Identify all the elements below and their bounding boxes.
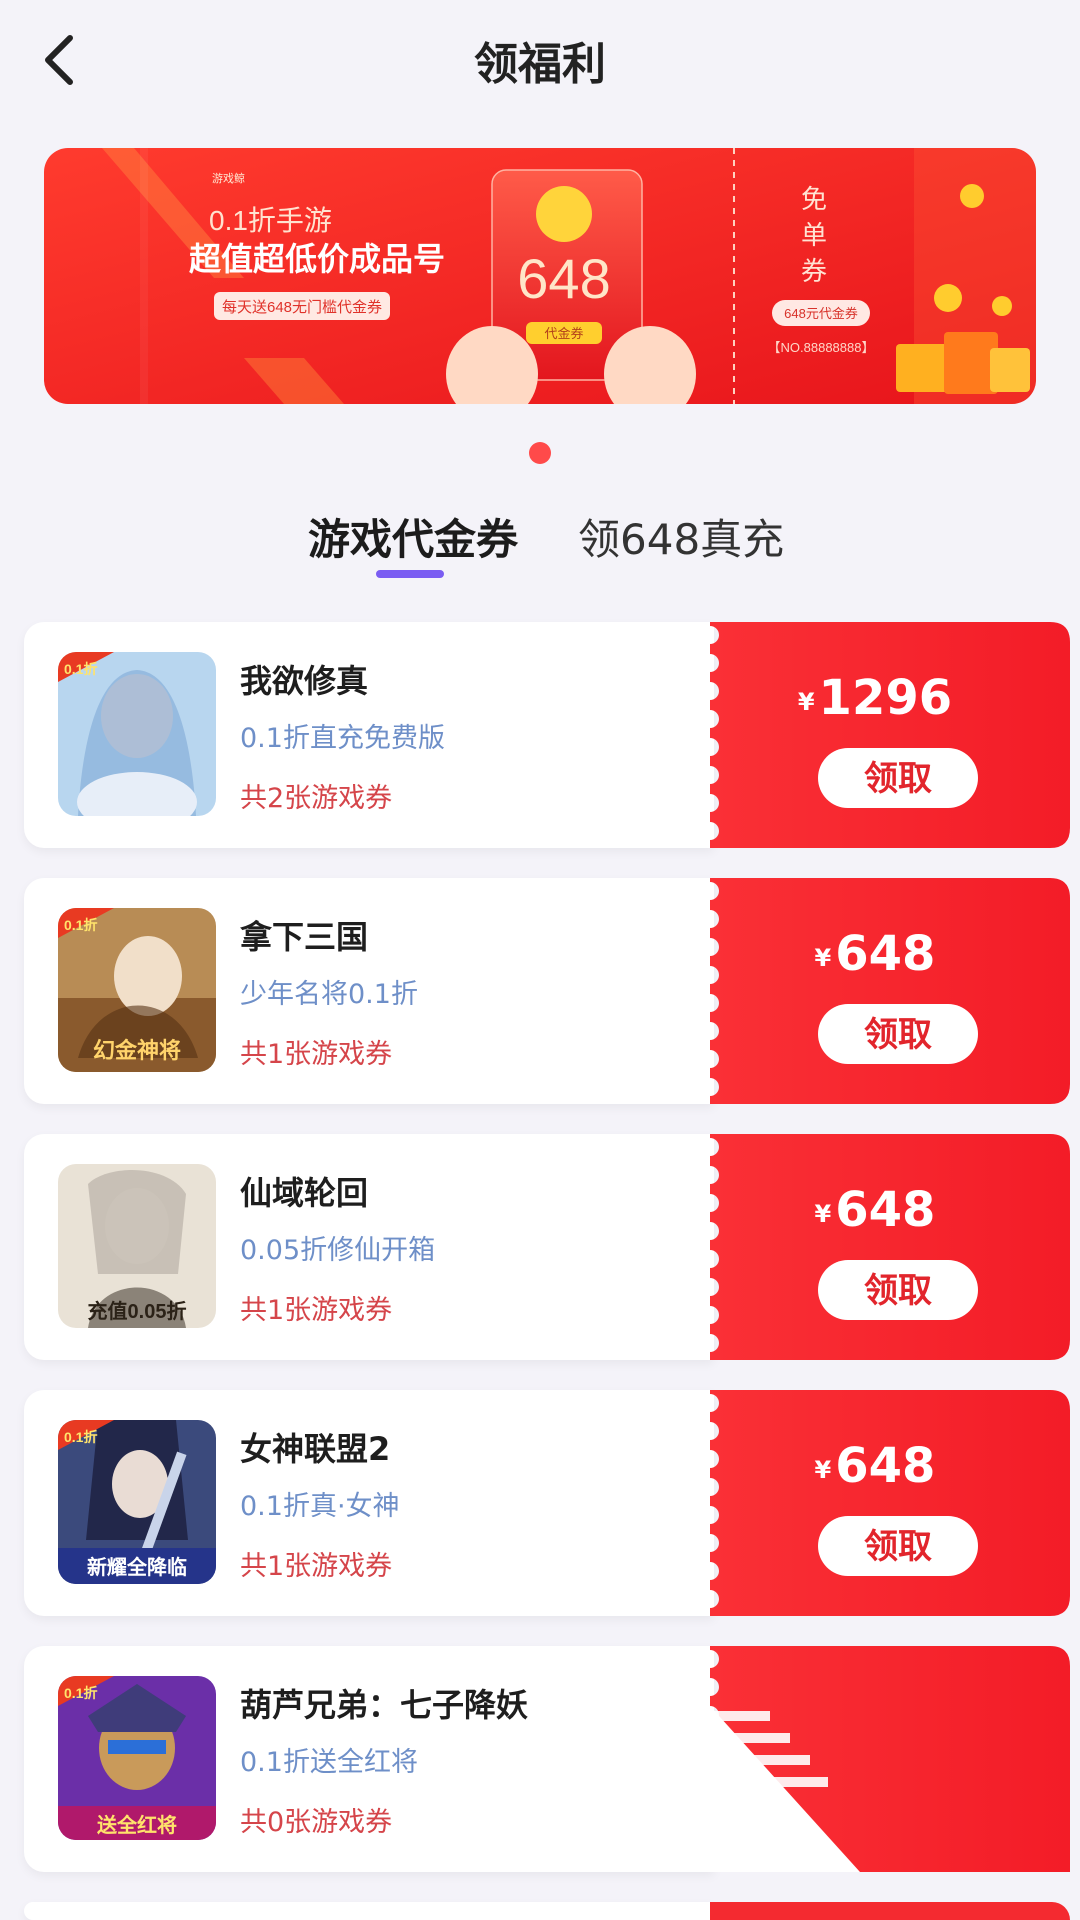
icon-badge: 0.1折 [64, 661, 97, 677]
claim-button[interactable]: 领取 [818, 1516, 978, 1576]
game-voucher-card: 0.1折 幻金神将 拿下三国 少年名将0.1折 共1张游戏券 ¥648 领取 [24, 878, 1070, 1104]
ticket-char-1: 免 [801, 184, 827, 214]
currency-symbol: ¥ [814, 944, 832, 972]
voucher-count: 共1张游戏券 [240, 1551, 393, 1582]
tab-648-recharge[interactable]: 领648真充 [578, 506, 784, 567]
voucher-stub: ¥1296 领取 [710, 622, 1070, 848]
packet-label: 代金券 [544, 326, 583, 341]
voucher-count: 共2张游戏券 [240, 783, 393, 814]
icon-badge: 0.1折 [64, 1429, 97, 1445]
claim-button[interactable]: 领取 [818, 748, 978, 808]
ticket-no: 【NO.88888888】 [768, 340, 875, 355]
price-value: 648 [835, 1182, 936, 1238]
ticket-value: 648元代金券 [784, 306, 858, 321]
game-icon[interactable]: 0.1折 幻金神将 [58, 908, 216, 1072]
price-value: 648 [835, 1438, 936, 1494]
game-voucher-card: 0.1折 新耀全降临 女神联盟2 0.1折真·女神 共1张游戏券 ¥648 领取 [24, 1390, 1070, 1616]
game-icon[interactable]: 0.1折 新耀全降临 [58, 1420, 216, 1584]
game-name: 仙域轮回 [240, 1174, 369, 1212]
game-description: 少年名将0.1折 [240, 979, 418, 1010]
voucher-count: 共1张游戏券 [240, 1295, 393, 1326]
voucher-stub: ¥648 领取 [710, 1390, 1070, 1616]
voucher-price: ¥648 [710, 1182, 1040, 1238]
game-name: 葫芦兄弟：七子降妖 [240, 1686, 529, 1724]
ticket-char-2: 单 [801, 220, 827, 250]
game-name: 女神联盟2 [240, 1430, 391, 1468]
game-voucher-card: 0.1折 我欲修真 0.1折直充免费版 共2张游戏券 ¥1296 领取 [24, 622, 1070, 848]
active-tab-indicator [376, 570, 444, 578]
voucher-price: ¥648 [710, 1438, 1040, 1494]
price-value: 648 [835, 926, 936, 982]
currency-symbol: ¥ [814, 1456, 832, 1484]
voucher-price: ¥648 [710, 926, 1040, 982]
game-description: 0.1折送全红将 [240, 1747, 418, 1778]
game-description: 0.1折真·女神 [240, 1491, 400, 1522]
game-name: 拿下三国 [240, 918, 369, 956]
icon-badge: 0.1折 [64, 917, 97, 933]
game-icon[interactable]: 0.1折 送全红将 [58, 1676, 216, 1840]
banner-line3: 每天送648无门槛代金券 [222, 299, 382, 316]
claim-button[interactable]: 领取 [818, 1004, 978, 1064]
promo-banner[interactable]: 游戏鲸 0.1折手游 超值超低价成品号 每天送648无门槛代金券 648 代金券… [44, 148, 1036, 404]
game-icon[interactable]: 充值0.05折 [58, 1164, 216, 1328]
claim-button[interactable]: 领取 [818, 1260, 978, 1320]
card-info: 0.1折 幻金神将 拿下三国 少年名将0.1折 共1张游戏券 [24, 878, 714, 1104]
game-icon[interactable]: 0.1折 [58, 652, 216, 816]
card-info: 0.1折 送全红将 葫芦兄弟：七子降妖 0.1折送全红将 共0张游戏券 [24, 1646, 714, 1872]
packet-amount: 648 [517, 247, 610, 310]
voucher-stub: ¥648 领取 [710, 1134, 1070, 1360]
game-name: 我欲修真 [240, 662, 369, 700]
icon-badge: 0.1折 [64, 1685, 97, 1701]
carousel-dot-active[interactable] [529, 442, 551, 464]
voucher-stub [710, 1646, 1070, 1872]
icon-art-text: 送全红将 [97, 1813, 177, 1837]
voucher-stub [710, 1902, 1070, 1920]
currency-symbol: ¥ [814, 1200, 832, 1228]
header: 领福利 [0, 0, 1080, 120]
voucher-count: 共0张游戏券 [240, 1807, 393, 1838]
currency-symbol: ¥ [797, 688, 815, 716]
banner-line2: 超值超低价成品号 [189, 241, 445, 277]
card-info: 0.1折 新耀全降临 女神联盟2 0.1折真·女神 共1张游戏券 [24, 1390, 714, 1616]
icon-art-text: 幻金神将 [93, 1038, 181, 1063]
icon-art-text: 新耀全降临 [87, 1555, 187, 1579]
game-voucher-card-partial [24, 1902, 1070, 1920]
voucher-price: ¥1296 [710, 670, 1040, 726]
icon-art-text: 充值0.05折 [88, 1299, 187, 1323]
game-voucher-card: 充值0.05折 仙域轮回 0.05折修仙开箱 共1张游戏券 ¥648 领取 [24, 1134, 1070, 1360]
game-voucher-card: 0.1折 送全红将 葫芦兄弟：七子降妖 0.1折送全红将 共0张游戏券 [24, 1646, 1070, 1872]
game-description: 0.05折修仙开箱 [240, 1235, 436, 1266]
price-value: 1296 [818, 670, 953, 726]
voucher-stub: ¥648 领取 [710, 878, 1070, 1104]
tab-game-vouchers[interactable]: 游戏代金券 [308, 506, 518, 567]
card-info: 充值0.05折 仙域轮回 0.05折修仙开箱 共1张游戏券 [24, 1134, 714, 1360]
game-description: 0.1折直充免费版 [240, 723, 445, 754]
voucher-count: 共1张游戏券 [240, 1039, 393, 1070]
ticket-char-3: 券 [801, 256, 827, 286]
card-info [24, 1902, 714, 1920]
banner-line1: 0.1折手游 [209, 205, 332, 236]
svg-text:游戏鲸: 游戏鲸 [212, 171, 245, 185]
page-title: 领福利 [474, 39, 606, 90]
card-info: 0.1折 我欲修真 0.1折直充免费版 共2张游戏券 [24, 622, 714, 848]
